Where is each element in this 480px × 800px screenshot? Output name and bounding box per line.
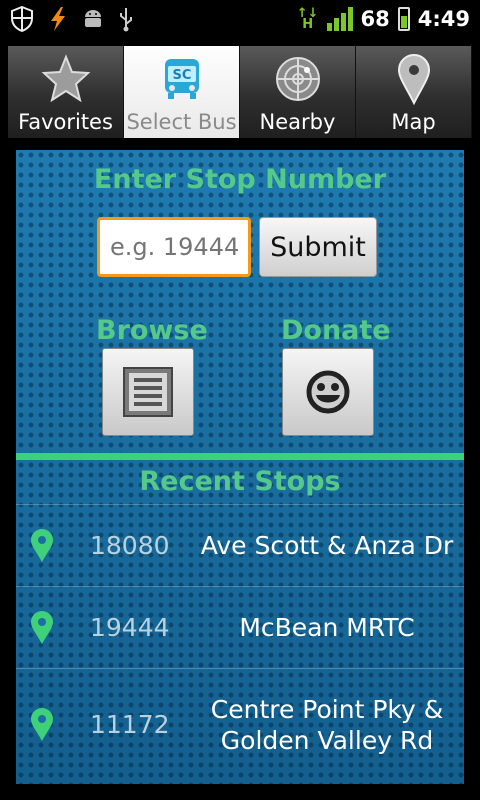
battery-level: 68	[360, 7, 390, 31]
bus-sc-icon: SC	[164, 59, 199, 99]
status-bar: ↑↓ H 68 4:49	[0, 0, 480, 38]
svg-text:SC: SC	[172, 68, 191, 83]
lightning-icon	[51, 7, 65, 31]
stop-number-input[interactable]	[97, 217, 251, 277]
radar-icon	[275, 57, 320, 101]
usb-icon	[120, 8, 132, 32]
battery-icon	[397, 7, 410, 31]
stop-number: 19444	[90, 613, 170, 642]
browse-button[interactable]	[102, 348, 194, 436]
stop-name: Ave Scott & Anza Dr	[200, 531, 454, 560]
location-pin-icon	[31, 528, 53, 562]
shield-icon	[11, 6, 33, 32]
recent-stop-row[interactable]: 19444 McBean MRTC	[16, 586, 464, 668]
submit-button[interactable]: Submit	[259, 217, 377, 277]
hspa-icon: ↑↓ H	[296, 6, 319, 32]
tab-label-favorites: Favorites	[18, 110, 113, 134]
recent-stops-title: Recent Stops	[139, 466, 341, 497]
map-pin-icon	[397, 54, 430, 105]
select-bus-panel: Enter Stop Number Submit Browse Donate R…	[16, 150, 464, 784]
tab-bar: Favorites SC Select Bus Nearby Map	[8, 46, 472, 138]
stop-name: McBean MRTC	[239, 613, 415, 642]
star-icon	[41, 54, 90, 103]
android-icon	[85, 10, 101, 27]
smiley-icon	[306, 370, 350, 414]
recent-stop-row[interactable]: 11172 Centre Point Pky & Golden Valley R…	[16, 668, 464, 780]
donate-title: Donate	[281, 315, 391, 346]
location-pin-icon	[31, 610, 53, 644]
tab-nearby[interactable]: Nearby	[240, 46, 356, 138]
tab-favorites[interactable]: Favorites	[8, 46, 124, 138]
signal-icon	[326, 7, 353, 31]
clock: 4:49	[417, 7, 470, 31]
tab-label-map: Map	[391, 110, 436, 134]
stop-number: 18080	[90, 531, 170, 560]
tab-label-nearby: Nearby	[259, 110, 336, 134]
tab-label-select-bus: Select Bus	[126, 110, 237, 134]
tab-map[interactable]: Map	[356, 46, 472, 138]
stop-name: Centre Point Pky & Golden Valley Rd	[210, 694, 444, 755]
tab-select-bus[interactable]: SC Select Bus	[124, 46, 240, 138]
donate-button[interactable]	[282, 348, 374, 436]
stop-number: 11172	[90, 710, 170, 739]
location-pin-icon	[31, 707, 53, 741]
list-icon	[123, 367, 173, 417]
section-divider	[16, 453, 464, 460]
enter-stop-title: Enter Stop Number	[93, 164, 387, 195]
recent-stop-row[interactable]: 18080 Ave Scott & Anza Dr	[16, 504, 464, 586]
browse-title: Browse	[96, 315, 208, 346]
